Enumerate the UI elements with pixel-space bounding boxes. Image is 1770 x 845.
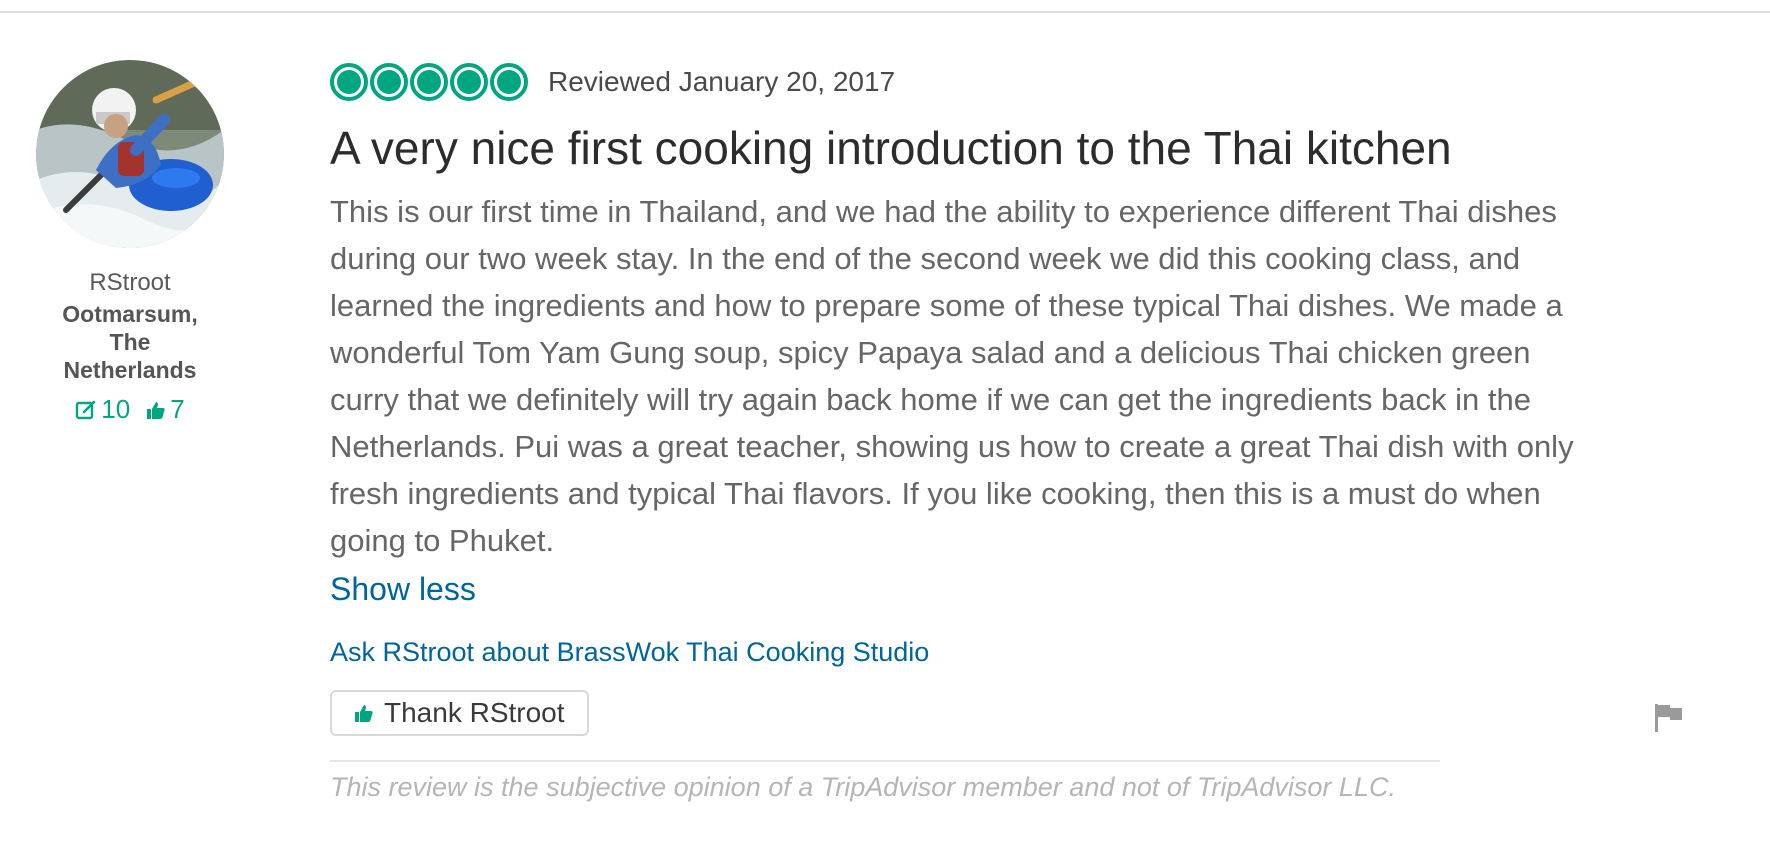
member-info: RStroot Ootmarsum, The Netherlands 10 7: [30, 60, 230, 425]
report-review-button[interactable]: [1654, 702, 1684, 739]
thank-button-label: Thank RStroot: [384, 697, 565, 728]
rating-row: Reviewed January 20, 2017: [330, 58, 1590, 106]
review-date: Reviewed January 20, 2017: [548, 66, 896, 97]
review-card: RStroot Ootmarsum, The Netherlands 10 7: [0, 0, 1770, 845]
helpful-votes-stat[interactable]: 7: [146, 394, 185, 425]
review-disclaimer: This review is the subjective opinion of…: [330, 772, 1396, 802]
helpful-votes-count: 7: [170, 394, 185, 424]
rating-bubble: [490, 63, 528, 101]
thumbs-up-icon: [147, 401, 165, 419]
rating-bubble: [330, 63, 368, 101]
member-avatar[interactable]: [36, 60, 224, 248]
flag-icon: [1655, 704, 1682, 732]
pencil-edit-icon: [76, 400, 96, 419]
rating-bubble: [370, 63, 408, 101]
thank-reviewer-button[interactable]: Thank RStroot: [330, 690, 589, 736]
review-content: Reviewed January 20, 2017 A very nice fi…: [330, 58, 1590, 803]
show-less-link[interactable]: Show less: [330, 566, 476, 612]
ask-reviewer-link[interactable]: Ask RStroot about BrassWok Thai Cooking …: [330, 634, 1590, 670]
member-stats: 10 7: [30, 394, 230, 425]
divider: [330, 760, 1440, 762]
review-body: This is our first time in Thailand, and …: [330, 194, 1574, 558]
review-title: A very nice first cooking introduction t…: [330, 122, 1452, 174]
rating-bubble: [410, 63, 448, 101]
rating-bubble: [450, 63, 488, 101]
thumbs-up-icon: [355, 705, 373, 722]
member-location: Ootmarsum, The Netherlands: [62, 301, 198, 383]
member-name[interactable]: RStroot: [30, 268, 230, 298]
review-count-stat[interactable]: 10: [75, 394, 130, 425]
review-count: 10: [101, 394, 131, 424]
kayaker-avatar-icon: [36, 60, 224, 248]
divider: [0, 11, 1770, 13]
bubble-rating-icon: [330, 63, 528, 101]
